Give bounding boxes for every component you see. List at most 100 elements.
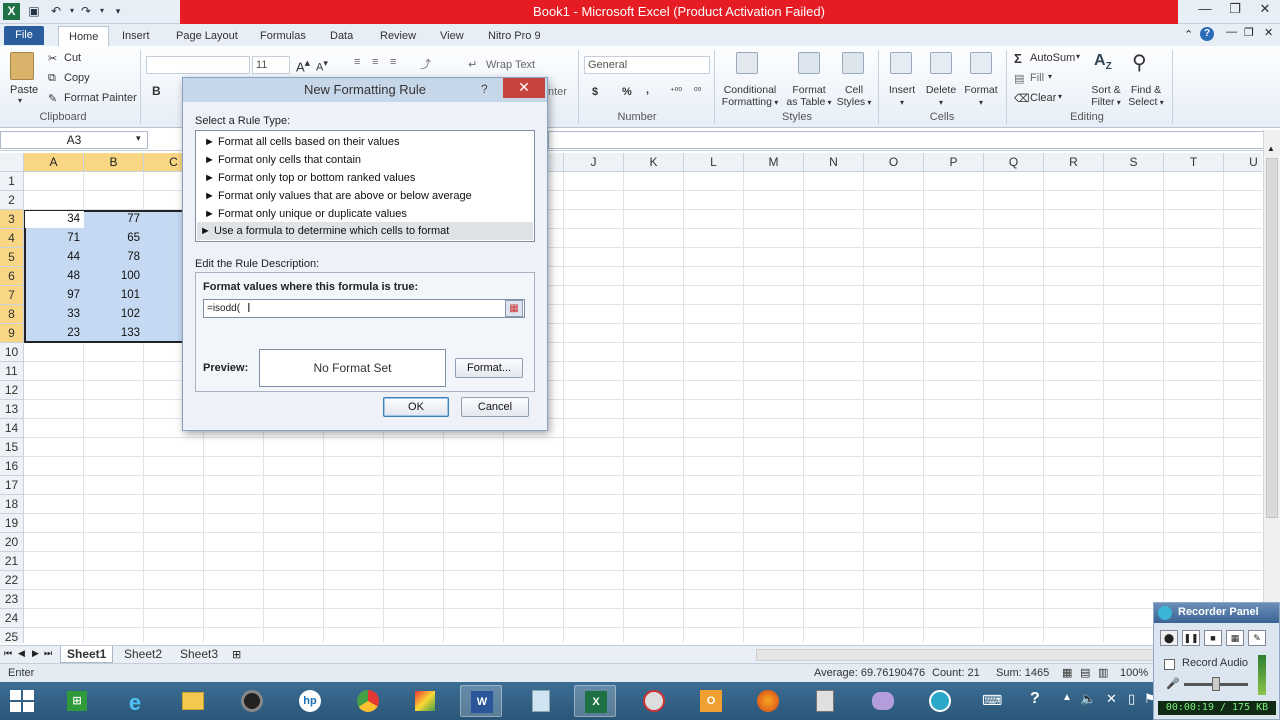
row-header[interactable]: 14 [0, 419, 24, 438]
formula-input[interactable] [548, 131, 1264, 149]
font-size-dropdown[interactable]: 11 [252, 56, 290, 74]
bold-icon[interactable]: B [152, 84, 161, 98]
paste-dropdown-icon[interactable]: ▾ [18, 96, 22, 105]
volume-slider-thumb[interactable] [1212, 677, 1220, 691]
merge-center-button[interactable]: nter [548, 86, 567, 98]
format-cells-icon[interactable] [970, 52, 992, 74]
ok-button[interactable]: OK [383, 397, 449, 417]
format-button[interactable]: Format... [455, 358, 523, 378]
wrap-text-icon[interactable]: ↵ [468, 58, 477, 71]
record-audio-checkbox[interactable] [1164, 659, 1175, 670]
table-cell[interactable]: 34 [24, 210, 83, 228]
pause-button[interactable]: ❚❚ [1182, 630, 1200, 646]
taskbar-excel-icon[interactable]: X [574, 685, 616, 717]
first-sheet-icon[interactable]: ⏮ [4, 648, 12, 659]
record-button[interactable]: ⬤ [1160, 630, 1178, 646]
rule-type-item[interactable]: ► Format all cells based on their values [201, 133, 533, 151]
clear-button[interactable]: Clear [1030, 92, 1056, 104]
cut-button[interactable]: Cut [64, 52, 81, 64]
column-header[interactable]: Q [984, 153, 1044, 172]
row-header[interactable]: 12 [0, 381, 24, 400]
taskbar-store-icon[interactable]: ⊞ [56, 685, 98, 717]
rule-type-item[interactable]: ► Format only unique or duplicate values [201, 205, 533, 223]
stop-button[interactable]: ■ [1204, 630, 1222, 646]
column-header[interactable]: B [84, 153, 144, 172]
decrease-font-icon[interactable]: A▾ [316, 58, 328, 74]
last-sheet-icon[interactable]: ⏭ [44, 648, 52, 659]
table-cell[interactable]: 101 [84, 286, 143, 304]
cut-icon[interactable]: ✂ [48, 52, 57, 65]
format-cells-button[interactable]: Format ▾ [962, 84, 1000, 109]
row-header[interactable]: 21 [0, 552, 24, 571]
dialog-close-button[interactable]: ✕ [503, 78, 545, 98]
minimize-button[interactable]: — [1190, 0, 1220, 20]
scroll-thumb[interactable] [1266, 158, 1278, 518]
conditional-formatting-button[interactable]: Conditional Formatting ▾ [718, 84, 782, 109]
help-tray-icon[interactable]: ? [1030, 690, 1040, 708]
undo-icon[interactable]: ↶ [48, 3, 64, 19]
row-header[interactable]: 6 [0, 267, 24, 286]
table-cell[interactable]: 97 [24, 286, 83, 304]
align-middle-icon[interactable]: ≡ [372, 56, 378, 68]
restore-button[interactable]: ❐ [1220, 0, 1250, 20]
increase-font-icon[interactable]: A▴ [296, 56, 310, 74]
draw-button[interactable]: ✎ [1248, 630, 1266, 646]
align-bottom-icon[interactable]: ≡ [390, 56, 396, 68]
zoom-level[interactable]: 100% [1120, 667, 1148, 679]
minimize-ribbon-icon[interactable]: ⌃ [1184, 28, 1193, 41]
taskbar-media-icon[interactable] [404, 685, 446, 717]
conditional-formatting-icon[interactable] [736, 52, 758, 74]
column-header[interactable]: T [1164, 153, 1224, 172]
format-painter-button[interactable]: Format Painter [64, 92, 137, 104]
sheet-tab-1[interactable]: Sheet1 [60, 646, 114, 663]
formula-input-field[interactable] [203, 299, 525, 318]
cell-styles-icon[interactable] [842, 52, 864, 74]
autosum-icon[interactable]: Σ [1014, 51, 1022, 66]
taskbar-camera-icon[interactable] [230, 685, 272, 717]
select-all-corner[interactable] [0, 153, 24, 172]
row-header[interactable]: 22 [0, 571, 24, 590]
insert-sheet-icon[interactable]: ⊞ [232, 648, 241, 661]
tab-page-layout[interactable]: Page Layout [166, 26, 248, 46]
help-icon[interactable]: ? [1200, 27, 1214, 41]
wb-restore-icon[interactable]: ❐ [1244, 26, 1254, 39]
table-cell[interactable]: 23 [24, 324, 83, 342]
name-box[interactable]: A3 [0, 131, 148, 149]
wb-close-icon[interactable]: ✕ [1264, 26, 1273, 39]
sheet-tab-3[interactable]: Sheet3 [174, 646, 224, 663]
rule-type-item[interactable]: ► Format only cells that contain [201, 151, 533, 169]
taskbar-ie-icon[interactable]: e [114, 685, 156, 717]
delete-cells-icon[interactable] [930, 52, 952, 74]
column-header[interactable]: S [1104, 153, 1164, 172]
row-header[interactable]: 23 [0, 590, 24, 609]
format-as-table-icon[interactable] [798, 52, 820, 74]
column-header[interactable]: L [684, 153, 744, 172]
tab-insert[interactable]: Insert [112, 26, 160, 46]
column-header[interactable]: P [924, 153, 984, 172]
row-header[interactable]: 20 [0, 533, 24, 552]
vertical-scrollbar[interactable]: ▲ ▼ [1263, 130, 1280, 645]
copy-icon[interactable]: ⧉ [48, 72, 56, 85]
taskbar-firefox-icon[interactable] [746, 685, 788, 717]
range-picker-icon[interactable]: ▦ [505, 300, 523, 317]
cancel-button[interactable]: Cancel [461, 397, 529, 417]
clear-dropdown-icon[interactable]: ▾ [1058, 92, 1062, 101]
table-cell[interactable]: 133 [84, 324, 143, 342]
paste-icon[interactable] [10, 52, 34, 80]
tab-formulas[interactable]: Formulas [250, 26, 316, 46]
autosum-dropdown-icon[interactable]: ▾ [1076, 52, 1080, 61]
table-cell[interactable]: 44 [24, 248, 83, 266]
page-layout-view-icon[interactable]: ▤ [1080, 666, 1090, 679]
sort-filter-icon[interactable]: AZ [1094, 52, 1112, 72]
taskbar-word-icon[interactable]: W [460, 685, 502, 717]
table-cell[interactable]: 102 [84, 305, 143, 323]
cell-styles-button[interactable]: Cell Styles ▾ [834, 84, 874, 109]
dialog-help-button[interactable]: ? [481, 82, 488, 96]
row-header[interactable]: 9 [0, 324, 24, 343]
format-as-table-button[interactable]: Format as Table ▾ [784, 84, 834, 109]
fill-dropdown-icon[interactable]: ▾ [1048, 72, 1052, 81]
wb-minimize-icon[interactable]: — [1226, 26, 1237, 38]
column-header[interactable]: U [1224, 153, 1262, 172]
tab-data[interactable]: Data [320, 26, 363, 46]
row-header[interactable]: 8 [0, 305, 24, 324]
